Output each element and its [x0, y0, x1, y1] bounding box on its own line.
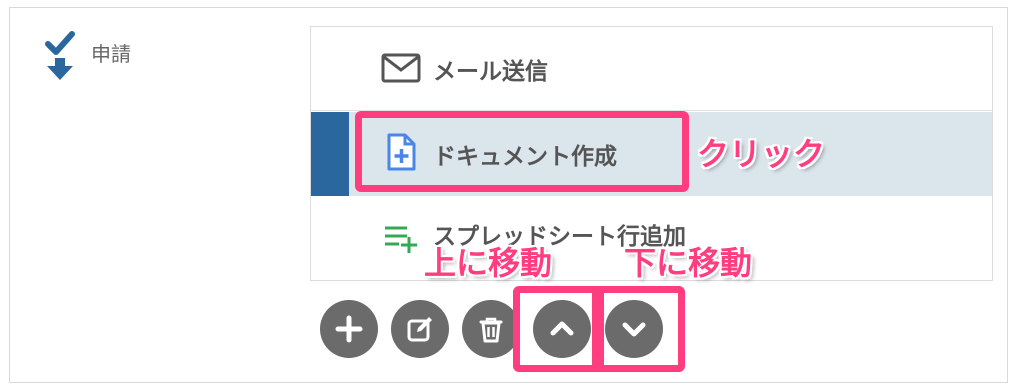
selection-marker — [311, 112, 349, 196]
list-item-create-document[interactable]: ドキュメント作成 — [311, 112, 992, 196]
move-down-callout: 下に移動 — [624, 244, 753, 282]
move-up-button[interactable] — [533, 300, 591, 358]
check-down-arrow-icon — [42, 30, 78, 84]
click-callout: クリック — [697, 135, 826, 173]
list-item-label: ドキュメント作成 — [433, 144, 617, 170]
document-add-icon — [381, 132, 421, 172]
highlight-divider — [592, 286, 604, 372]
edit-icon — [407, 317, 432, 342]
move-up-callout: 上に移動 — [424, 244, 553, 282]
chevron-up-icon — [550, 321, 574, 336]
list-add-icon — [381, 217, 421, 257]
plus-icon — [335, 315, 363, 343]
add-button[interactable] — [320, 300, 378, 358]
list-item-label: メール送信 — [433, 59, 548, 85]
move-down-button[interactable] — [605, 300, 663, 358]
list-item-send-mail[interactable]: メール送信 — [311, 27, 992, 111]
chevron-down-icon — [622, 322, 646, 337]
edit-button[interactable] — [391, 300, 449, 358]
trash-icon — [479, 317, 503, 343]
section-label: 申請 — [91, 42, 131, 66]
envelope-icon — [381, 47, 421, 87]
delete-button[interactable] — [462, 300, 520, 358]
